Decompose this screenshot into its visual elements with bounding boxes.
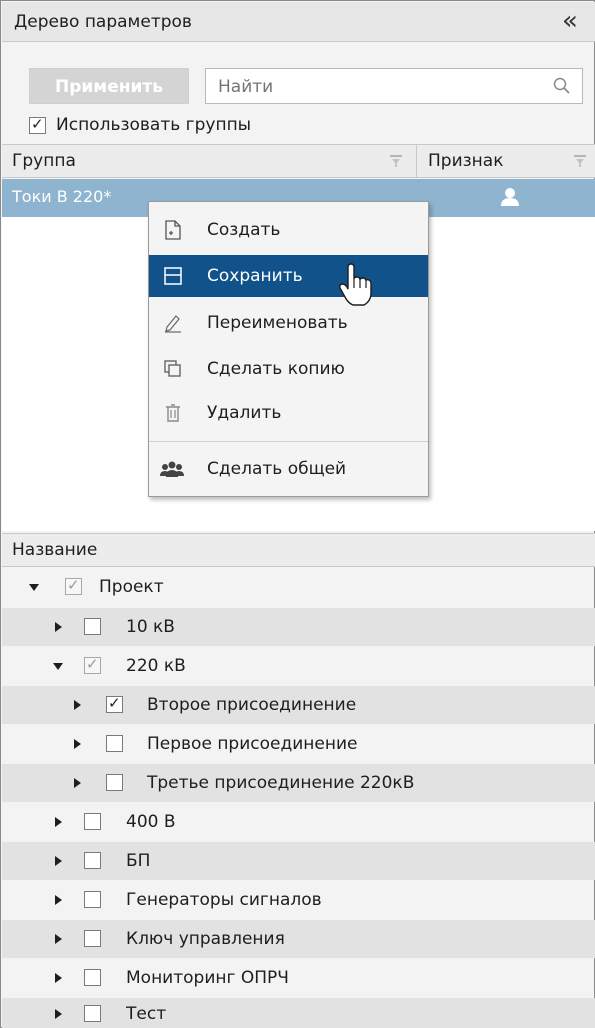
collapsed-arrow-icon[interactable] xyxy=(52,1008,64,1020)
collapse-panel-button[interactable]: « xyxy=(555,8,585,36)
search-icon[interactable] xyxy=(552,76,572,96)
column-sign-label: Признак xyxy=(428,151,504,171)
use-groups-option[interactable]: Использовать группы xyxy=(29,113,251,137)
tree-row[interactable]: Мониторинг ОПРЧ xyxy=(2,959,595,997)
collapsed-arrow-icon[interactable] xyxy=(52,621,64,633)
search-box[interactable] xyxy=(205,68,583,104)
tree-row[interactable]: Тест xyxy=(2,998,595,1028)
panel-header: Дерево параметров « xyxy=(2,2,595,42)
tree-row-label: Тест xyxy=(126,1004,167,1024)
menu-item-label: Переименовать xyxy=(207,313,348,333)
tree-checkbox[interactable] xyxy=(84,813,101,830)
column-group-header[interactable]: Группа xyxy=(2,145,417,177)
menu-item-rename[interactable]: Переименовать xyxy=(149,302,428,344)
tree-row-label: Ключ управления xyxy=(126,929,285,949)
trash-icon xyxy=(166,404,180,422)
tree-checkbox[interactable] xyxy=(84,891,101,908)
column-group-label: Группа xyxy=(12,151,76,171)
tree-row[interactable]: 400 В xyxy=(2,803,595,841)
collapsed-arrow-icon[interactable] xyxy=(52,855,64,867)
use-groups-checkbox[interactable] xyxy=(29,115,46,134)
tree-checkbox[interactable] xyxy=(106,694,123,713)
rename-pencil-icon xyxy=(165,315,181,333)
tree-header: Название xyxy=(2,533,595,567)
menu-item-create[interactable]: Создать xyxy=(149,209,428,251)
copy-icon xyxy=(164,360,181,377)
menu-item-label: Удалить xyxy=(207,403,282,423)
collapsed-arrow-icon[interactable] xyxy=(71,738,83,750)
tree-row[interactable]: 220 кВ xyxy=(2,647,595,685)
tree-checkbox[interactable] xyxy=(65,576,82,595)
group-name: Токи В 220* xyxy=(12,187,112,206)
menu-item-label: Создать xyxy=(207,220,281,240)
apply-button[interactable]: Применить xyxy=(29,68,189,104)
filter-icon[interactable] xyxy=(389,154,403,168)
menu-separator xyxy=(149,441,428,442)
collapsed-arrow-icon[interactable] xyxy=(52,933,64,945)
menu-item-save[interactable]: Сохранить xyxy=(149,255,428,297)
tree-row-label: 220 кВ xyxy=(126,656,186,676)
menu-item-delete[interactable]: Удалить xyxy=(149,392,428,434)
menu-item-label: Сделать общей xyxy=(207,459,347,479)
context-menu: Создать Сохранить Переименовать Сделать … xyxy=(148,201,429,497)
tree-row-label: 400 В xyxy=(126,812,176,832)
tree-checkbox[interactable] xyxy=(84,1005,101,1022)
tree-row[interactable]: Ключ управления xyxy=(2,920,595,958)
tree-row-label: БП xyxy=(126,851,151,871)
collapsed-arrow-icon[interactable] xyxy=(71,777,83,789)
tree-column-name-label: Название xyxy=(12,540,98,560)
tree-row-label: Мониторинг ОПРЧ xyxy=(126,968,289,988)
tree-checkbox[interactable] xyxy=(106,735,123,752)
tree-row[interactable]: Третье присоединение 220кВ xyxy=(2,764,595,802)
collapsed-arrow-icon[interactable] xyxy=(52,816,64,828)
tree-row-label: Проект xyxy=(99,577,164,597)
menu-item-label: Сделать копию xyxy=(207,359,345,379)
tree-row[interactable]: БП xyxy=(2,842,595,880)
menu-item-label: Сохранить xyxy=(207,266,303,286)
save-icon xyxy=(164,267,182,285)
tree-row[interactable]: Проект xyxy=(2,568,595,606)
menu-item-make-shared[interactable]: Сделать общей xyxy=(149,448,428,490)
collapsed-arrow-icon[interactable] xyxy=(52,972,64,984)
expanded-arrow-icon[interactable] xyxy=(28,581,40,593)
collapsed-arrow-icon[interactable] xyxy=(52,894,64,906)
tree-row-label: 10 кВ xyxy=(126,617,175,637)
use-groups-label: Использовать группы xyxy=(56,115,252,135)
hand-pointer-cursor-icon xyxy=(339,263,372,306)
groups-grid-header: Группа Признак xyxy=(2,144,595,178)
tree-row-label: Первое присоединение xyxy=(147,734,358,754)
tree-checkbox[interactable] xyxy=(84,618,101,635)
users-group-icon xyxy=(160,461,184,477)
tree-row-label: Генераторы сигналов xyxy=(126,890,322,910)
tree-row[interactable]: 10 кВ xyxy=(2,608,595,646)
tree-checkbox[interactable] xyxy=(84,969,101,986)
tree-row-label: Третье присоединение 220кВ xyxy=(147,773,415,793)
tree-row-label: Второе присоединение xyxy=(147,695,357,715)
tree-checkbox[interactable] xyxy=(84,852,101,869)
panel-title: Дерево параметров xyxy=(14,12,192,32)
expanded-arrow-icon[interactable] xyxy=(52,660,64,672)
user-icon xyxy=(501,188,519,206)
menu-item-copy[interactable]: Сделать копию xyxy=(149,348,428,390)
tree-checkbox[interactable] xyxy=(106,774,123,791)
collapsed-arrow-icon[interactable] xyxy=(71,699,83,711)
tree-row[interactable]: Генераторы сигналов xyxy=(2,881,595,919)
tree-row[interactable]: Второе присоединение xyxy=(2,686,595,724)
column-sign-header[interactable]: Признак xyxy=(418,145,595,177)
tree-row[interactable]: Первое присоединение xyxy=(2,725,595,763)
filter-icon[interactable] xyxy=(573,154,587,168)
tree-checkbox[interactable] xyxy=(84,930,101,947)
search-input[interactable] xyxy=(218,75,538,99)
new-document-icon xyxy=(165,220,181,240)
tree-checkbox[interactable] xyxy=(84,655,101,674)
parameter-tree-panel: Дерево параметров « Применить Использова… xyxy=(0,0,595,1028)
